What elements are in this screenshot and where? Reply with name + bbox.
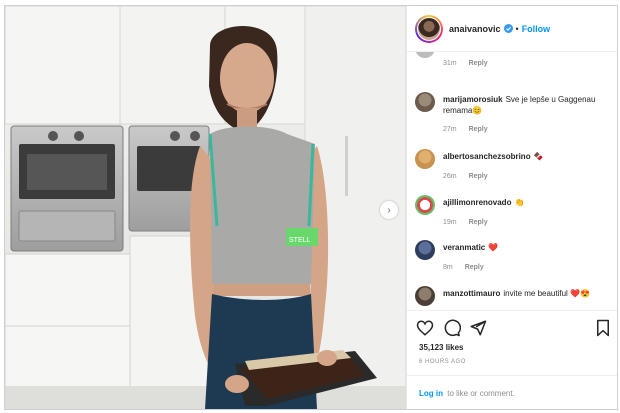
bookmark-icon[interactable]: [594, 319, 612, 337]
avatar[interactable]: [415, 195, 435, 215]
reply-button[interactable]: Reply: [465, 264, 484, 271]
separator-dot: •: [515, 23, 519, 34]
comment-time: 27m: [443, 126, 457, 133]
list-item: 31m Reply: [415, 52, 615, 78]
login-prompt-text: to like or comment.: [447, 389, 515, 398]
avatar[interactable]: [415, 92, 435, 112]
reply-button[interactable]: Reply: [469, 60, 488, 67]
comment-text: ajillimonrenovado 👏: [443, 197, 613, 208]
login-prompt: Log in to like or comment.: [407, 375, 617, 409]
comment-body: ❤️: [488, 243, 499, 252]
post-timestamp: 6 HOURS AGO: [419, 359, 466, 365]
comment-meta: 19m Reply: [443, 219, 498, 226]
list-item: marijamorosiuk Sve je lepše u Gaggenau re…: [415, 92, 615, 134]
list-item: albertosanchezsobrino 🍫 26m Reply: [415, 149, 615, 185]
list-item: manzottimauro invite me beautiful ❤️😍: [415, 286, 615, 310]
kitchen-photo: STELL: [5, 6, 406, 409]
likes-count[interactable]: 35,123 likes: [419, 343, 463, 352]
instagram-post: STELL › anaivanovic • Follow 31m Reply m…: [4, 5, 618, 410]
shirt-logo-text: STELL: [289, 237, 311, 244]
avatar[interactable]: [415, 240, 435, 260]
post-side-panel: anaivanovic • Follow 31m Reply marijamor…: [406, 6, 617, 409]
post-header: anaivanovic • Follow: [407, 6, 617, 52]
comment-meta: 31m Reply: [443, 60, 498, 67]
comment-meta: 8m Reply: [443, 264, 494, 271]
comment-body: invite me beautiful ❤️😍: [503, 289, 590, 298]
comments-list[interactable]: 31m Reply marijamorosiuk Sve je lepše u G…: [407, 52, 617, 310]
comment-meta: 26m Reply: [443, 173, 498, 180]
comment-username[interactable]: veranmatic: [443, 243, 485, 252]
reply-button[interactable]: Reply: [469, 126, 488, 133]
comment-time: 31m: [443, 60, 457, 67]
post-actions: 35,123 likes 6 HOURS AGO Log in to like …: [407, 310, 617, 409]
chevron-right-icon: ›: [387, 204, 391, 216]
reply-button[interactable]: Reply: [469, 173, 488, 180]
comment-text: veranmatic ❤️: [443, 242, 613, 253]
comment-text: albertosanchezsobrino 🍫: [443, 151, 613, 162]
share-icon[interactable]: [469, 319, 487, 337]
comment-icon[interactable]: [443, 319, 461, 337]
comment-username[interactable]: ajillimonrenovado: [443, 198, 511, 207]
comment-time: 26m: [443, 173, 457, 180]
heart-icon[interactable]: [416, 319, 434, 337]
avatar[interactable]: [415, 286, 435, 306]
comment-meta: 27m Reply: [443, 126, 498, 133]
avatar[interactable]: [415, 52, 435, 58]
reply-button[interactable]: Reply: [469, 219, 488, 226]
avatar: [417, 16, 441, 41]
profile-avatar-ring[interactable]: [415, 14, 443, 43]
verified-icon: [503, 24, 513, 33]
follow-button[interactable]: Follow: [522, 24, 551, 34]
comment-username[interactable]: marijamorosiuk: [443, 95, 503, 104]
comment-text: marijamorosiuk Sve je lepše u Gaggenau re…: [443, 94, 613, 116]
avatar[interactable]: [415, 149, 435, 169]
comment-body: 🍫: [533, 152, 544, 161]
comment-body: 👏: [514, 198, 525, 207]
list-item: ajillimonrenovado 👏 19m Reply: [415, 195, 615, 231]
post-photo[interactable]: STELL ›: [5, 6, 406, 409]
comment-time: 8m: [443, 264, 453, 271]
action-icons: [416, 319, 612, 337]
list-item: veranmatic ❤️ 8m Reply: [415, 240, 615, 276]
comment-time: 19m: [443, 219, 457, 226]
login-link[interactable]: Log in: [419, 389, 443, 398]
comment-username[interactable]: manzottimauro: [443, 289, 500, 298]
comment-text: manzottimauro invite me beautiful ❤️😍: [443, 288, 613, 299]
username[interactable]: anaivanovic: [449, 24, 501, 34]
comment-username[interactable]: albertosanchezsobrino: [443, 152, 531, 161]
next-photo-button[interactable]: ›: [380, 201, 398, 219]
